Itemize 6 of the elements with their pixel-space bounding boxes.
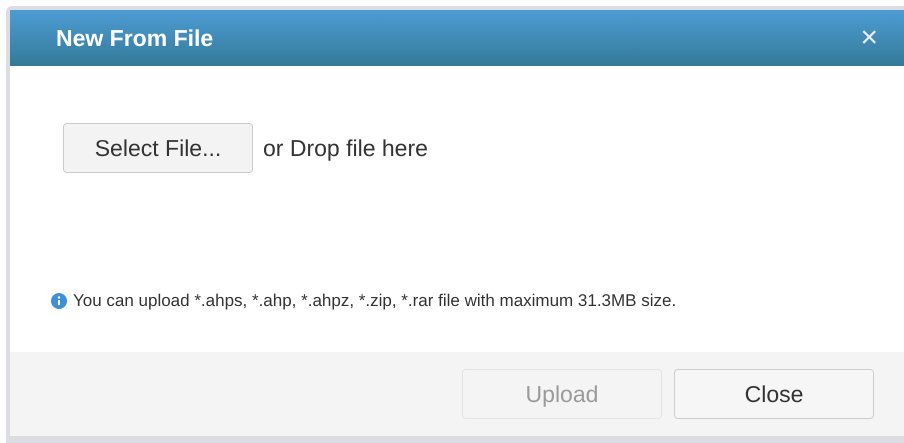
select-file-button[interactable]: Select File... [63,123,253,173]
window-title: New From File [56,24,214,52]
close-dialog-button[interactable]: Close [674,369,874,419]
upload-info-text: You can upload *.ahps, *.ahp, *.ahpz, *.zip, *.rar file with maximum 31.3MB size. [73,291,676,311]
info-icon [51,293,67,309]
drop-hint: or Drop file here [263,134,428,162]
